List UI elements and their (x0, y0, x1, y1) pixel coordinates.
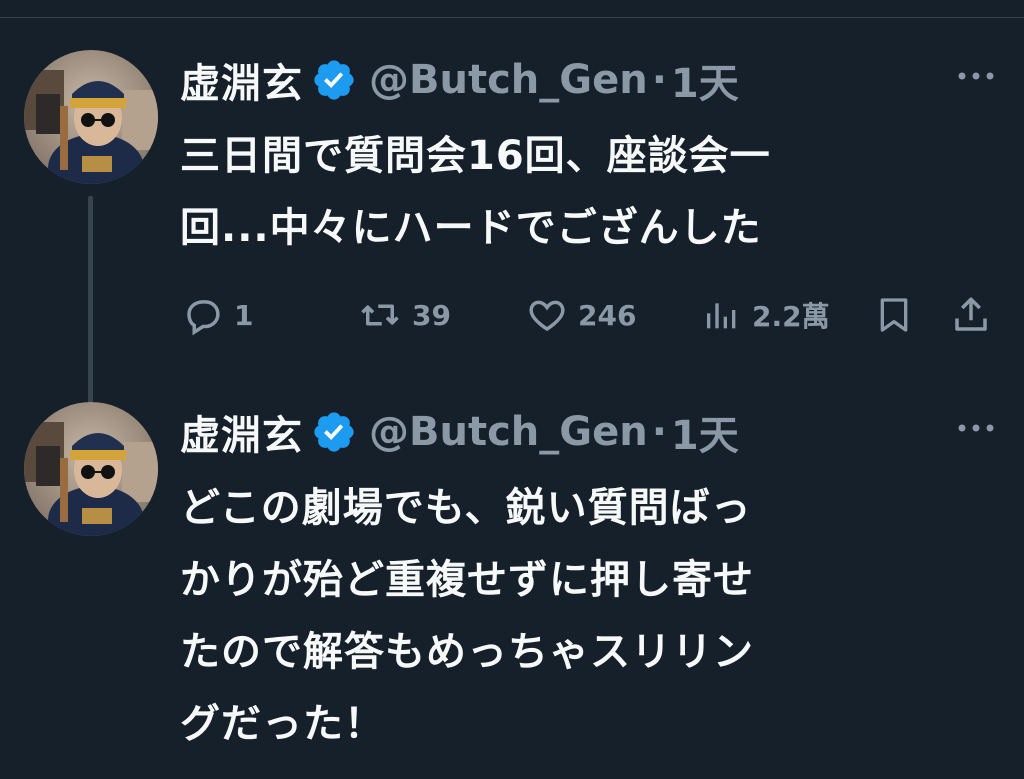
handle[interactable]: @Butch_Gen (369, 409, 648, 455)
tweet-1[interactable]: 虚淵玄 @Butch_Gen · 1天 三日間で質問会16回、座談会一 回...… (0, 40, 1024, 430)
display-name[interactable]: 虚淵玄 (180, 403, 303, 461)
views-icon (707, 303, 736, 329)
reply-button[interactable]: 1 (182, 290, 253, 340)
avatar[interactable] (24, 402, 158, 536)
share-icon (955, 297, 987, 331)
tweet-text-line: かりが殆ど重複せずに押し寄せ (180, 557, 754, 603)
timestamp[interactable]: 1天 (671, 403, 739, 461)
verified-badge-icon (311, 409, 357, 455)
tweet-text-line: グだった！ (180, 701, 385, 747)
views-button[interactable]: 2.2萬 (702, 290, 830, 340)
share-button[interactable] (950, 290, 992, 340)
tweet-header: 虚淵玄 @Butch_Gen · 1天 (180, 404, 739, 460)
reply-count: 1 (234, 298, 254, 332)
tweet-text: どこの劇場でも、鋭い質問ばっ かりが殆ど重複せずに押し寄せ たので解答もめっちゃ… (180, 472, 984, 760)
retweet-button[interactable]: 39 (358, 290, 451, 340)
tweet-text-line: 回...中々にハードでござんした (180, 205, 762, 251)
tweet-header: 虚淵玄 @Butch_Gen · 1天 (180, 52, 739, 108)
separator: · (651, 409, 667, 455)
retweet-count: 39 (412, 298, 451, 332)
views-count: 2.2萬 (752, 300, 830, 333)
bookmark-icon (880, 298, 908, 332)
timestamp[interactable]: 1天 (671, 51, 739, 109)
handle[interactable]: @Butch_Gen (369, 57, 648, 103)
reply-icon (187, 300, 220, 336)
tweet-text-line: たので解答もめっちゃスリリン (180, 629, 754, 675)
tweet-text-line: どこの劇場でも、鋭い質問ばっ (180, 485, 752, 531)
like-count: 246 (578, 298, 637, 332)
verified-badge-icon (311, 57, 357, 103)
avatar[interactable] (24, 50, 158, 184)
separator: · (651, 57, 667, 103)
more-icon[interactable] (956, 416, 996, 440)
action-bar: 1 39 246 2.2萬 (182, 290, 1002, 340)
like-button[interactable]: 246 (526, 290, 636, 340)
tweet-2[interactable]: 虚淵玄 @Butch_Gen · 1天 どこの劇場でも、鋭い質問ばっ かりが殆ど… (0, 392, 1024, 779)
top-divider (0, 17, 1024, 18)
display-name[interactable]: 虚淵玄 (180, 51, 303, 109)
bookmark-button[interactable] (874, 290, 914, 340)
tweet-text: 三日間で質問会16回、座談会一 回...中々にハードでござんした (180, 120, 984, 264)
retweet-icon (361, 304, 399, 326)
like-icon (529, 300, 565, 332)
tweet-text-line: 三日間で質問会16回、座談会一 (180, 133, 771, 179)
more-icon[interactable] (956, 64, 996, 88)
